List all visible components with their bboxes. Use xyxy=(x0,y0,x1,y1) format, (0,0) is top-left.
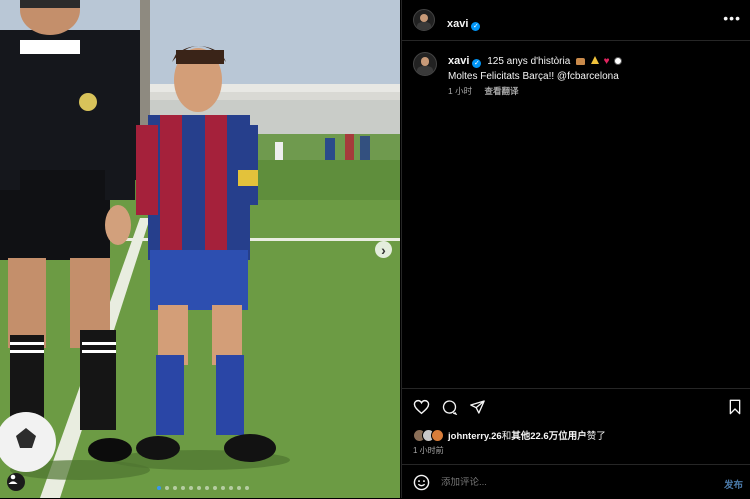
soccer-ball-icon xyxy=(614,57,623,65)
carousel-dot xyxy=(189,486,193,490)
tagged-users-button[interactable] xyxy=(7,473,25,491)
caption-time: 1 小时 xyxy=(448,86,473,96)
carousel-dot xyxy=(213,486,217,490)
comment-icon[interactable] xyxy=(441,399,458,415)
post-comment-button[interactable]: 发布 xyxy=(724,477,743,491)
post-caption: xavi ✓ 125 anys d'història ♥ Moltes Felic… xyxy=(448,54,738,84)
carousel-dot xyxy=(173,486,177,490)
caption-text: 125 anys d'història xyxy=(487,56,571,67)
comment-input[interactable] xyxy=(441,477,691,488)
post-timestamp: 1 小时前 xyxy=(413,446,444,455)
heart-icon: ♥ xyxy=(603,56,610,67)
carousel-indicator xyxy=(157,486,249,490)
post-photo[interactable]: › xyxy=(0,0,400,498)
carousel-dot xyxy=(165,486,169,490)
carousel-dot xyxy=(237,486,241,490)
carousel-dot xyxy=(221,486,225,490)
party-icon xyxy=(590,56,599,64)
more-options-button[interactable]: ••• xyxy=(723,11,741,25)
other-likers-link[interactable]: 其他22.6万位用户 xyxy=(511,431,587,442)
cake-icon xyxy=(576,58,586,65)
verified-badge-icon: ✓ xyxy=(472,59,482,68)
carousel-dot xyxy=(181,486,185,490)
see-translation-link[interactable]: 查看翻译 xyxy=(484,86,518,96)
likes-summary: johnterry.26和其他22.6万位用户赞了 xyxy=(413,428,606,442)
first-liker-username[interactable]: johnterry.26 xyxy=(448,431,502,442)
next-slide-button[interactable]: › xyxy=(375,241,392,258)
photo-illustration xyxy=(0,0,400,498)
author-avatar[interactable] xyxy=(413,9,435,31)
author-username[interactable]: xavi xyxy=(447,18,468,30)
comment-bar: 发布 xyxy=(402,464,750,499)
share-icon[interactable] xyxy=(469,399,486,415)
user-icon xyxy=(8,474,18,484)
bookmark-icon[interactable] xyxy=(728,399,742,415)
carousel-dot xyxy=(229,486,233,490)
caption-username[interactable]: xavi xyxy=(448,55,469,67)
heart-icon[interactable] xyxy=(413,399,430,415)
post-header: xavi ✓ ••• xyxy=(402,0,750,41)
likes-joiner: 和 xyxy=(501,431,512,442)
post-side-panel: xavi ✓ ••• xavi ✓ 125 anys d'història ♥ Mo… xyxy=(401,0,750,498)
emoji-icon[interactable] xyxy=(413,474,430,491)
caption-author-avatar[interactable] xyxy=(413,52,437,76)
carousel-dot xyxy=(197,486,201,490)
carousel-dot xyxy=(205,486,209,490)
likes-text[interactable]: johnterry.26和其他22.6万位用户赞了 xyxy=(448,428,606,442)
carousel-dot xyxy=(245,486,249,490)
carousel-dot xyxy=(157,486,161,490)
caption-line-2: Moltes Felicitats Barça!! @fcbarcelona xyxy=(448,71,619,82)
caption-meta: 1 小时 查看翻译 xyxy=(448,85,518,97)
liker-avatar xyxy=(431,428,444,442)
verified-badge-icon: ✓ xyxy=(471,22,481,31)
chevron-right-icon: › xyxy=(381,241,386,258)
post-actions: johnterry.26和其他22.6万位用户赞了 1 小时前 发布 xyxy=(402,388,750,498)
likes-suffix: 赞了 xyxy=(586,431,606,442)
header-author: xavi ✓ xyxy=(447,14,481,32)
